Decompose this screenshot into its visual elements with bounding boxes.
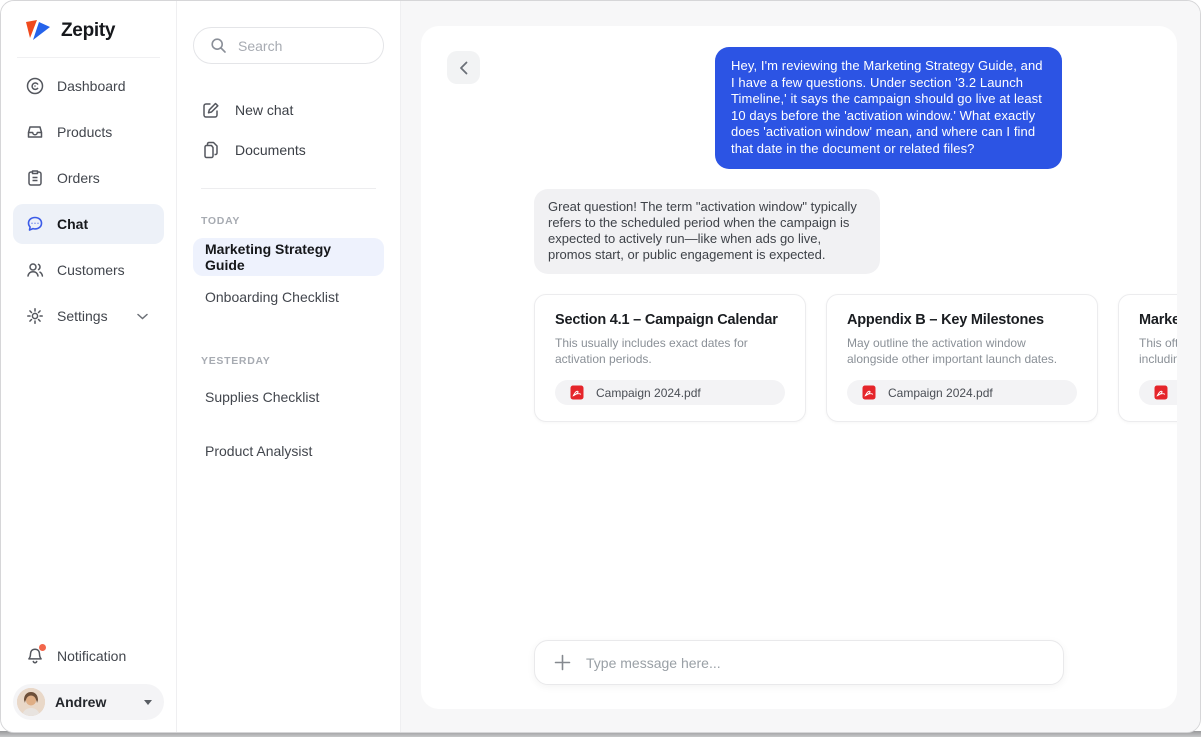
chevron-left-icon <box>459 61 468 75</box>
app-window: Zepity Dashboard <box>0 0 1201 733</box>
bell-icon <box>25 646 45 666</box>
main-sidebar: Zepity Dashboard <box>1 1 177 732</box>
chevron-down-icon <box>132 306 152 326</box>
notification-button[interactable]: Notification <box>13 636 138 676</box>
sidebar-item-label: Orders <box>57 170 100 186</box>
chat-item-label: Onboarding Checklist <box>205 289 339 305</box>
sidebar-item-dashboard[interactable]: Dashboard <box>13 66 164 106</box>
suggestion-card-key-milestones[interactable]: Appendix B – Key Milestones May outline … <box>826 294 1098 422</box>
attach-plus-icon[interactable] <box>552 654 572 671</box>
chat-item-product-analysist[interactable]: Product Analysist <box>193 432 384 470</box>
chat-item-marketing-strategy-guide[interactable]: Marketing Strategy Guide <box>193 238 384 276</box>
pdf-file-icon <box>1151 385 1171 400</box>
search-input[interactable] <box>238 38 369 54</box>
pdf-file-icon <box>859 385 879 400</box>
card-description: May outline the activation window alongs… <box>847 335 1077 367</box>
message-composer <box>534 640 1064 685</box>
sidebar-item-label: Customers <box>57 262 125 278</box>
pdf-file-icon <box>567 385 587 400</box>
divider <box>201 188 376 189</box>
assistant-message-bubble: Great question! The term "activation win… <box>534 189 880 274</box>
card-title: Market <box>1139 312 1177 328</box>
sidebar-item-label: Products <box>57 124 112 140</box>
file-chip[interactable]: Mar <box>1139 380 1177 405</box>
chat-item-label: Supplies Checklist <box>205 389 319 405</box>
sidebar-item-label: Dashboard <box>57 78 126 94</box>
search-icon <box>208 37 228 54</box>
chat-item-supplies-checklist[interactable]: Supplies Checklist <box>193 378 384 416</box>
sidebar-item-settings[interactable]: Settings <box>13 296 164 336</box>
brand-name: Zepity <box>61 20 115 42</box>
suggestion-cards: Section 4.1 – Campaign Calendar This usu… <box>534 294 1177 422</box>
sidebar-item-customers[interactable]: Customers <box>13 250 164 290</box>
brand-logo-row: Zepity <box>1 1 176 57</box>
new-chat-label: New chat <box>235 102 293 118</box>
suggestion-card-campaign-calendar[interactable]: Section 4.1 – Campaign Calendar This usu… <box>534 294 806 422</box>
sidebar-item-orders[interactable]: Orders <box>13 158 164 198</box>
chat-panel: Hey, I'm reviewing the Marketing Strateg… <box>421 26 1177 709</box>
chat-section-label-today: TODAY <box>201 215 376 227</box>
user-message-bubble: Hey, I'm reviewing the Marketing Strateg… <box>715 47 1062 169</box>
suggestion-card-clipped[interactable]: Market This ofte including Mar <box>1118 294 1177 422</box>
user-name: Andrew <box>55 694 134 710</box>
gear-icon <box>25 306 45 326</box>
new-chat-button[interactable]: New chat <box>177 90 400 130</box>
card-description: This ofte including <box>1139 335 1177 367</box>
chat-sidebar-actions: New chat Documents <box>177 90 400 170</box>
orders-icon <box>25 168 45 188</box>
app-screen: Zepity Dashboard <box>0 0 1201 737</box>
chat-sidebar: New chat Documents TODAY Marketing Strat… <box>177 1 401 732</box>
back-button[interactable] <box>447 51 480 84</box>
dashboard-icon <box>25 76 45 96</box>
file-name: Campaign 2024.pdf <box>888 386 993 400</box>
customers-icon <box>25 260 45 280</box>
card-title: Appendix B – Key Milestones <box>847 312 1077 328</box>
sidebar-item-products[interactable]: Products <box>13 112 164 152</box>
card-title: Section 4.1 – Campaign Calendar <box>555 312 785 328</box>
documents-icon <box>201 141 221 159</box>
user-menu[interactable]: Andrew <box>13 684 164 720</box>
chat-section-label-yesterday: YESTERDAY <box>201 355 376 367</box>
notification-dot <box>39 644 46 651</box>
documents-button[interactable]: Documents <box>177 130 400 170</box>
products-icon <box>25 122 45 142</box>
file-chip[interactable]: Campaign 2024.pdf <box>555 380 785 405</box>
file-name: Campaign 2024.pdf <box>596 386 701 400</box>
zepity-logo-icon <box>25 19 51 43</box>
main-nav: Dashboard Products <box>1 58 176 344</box>
search-box <box>193 27 384 64</box>
main-area: Hey, I'm reviewing the Marketing Strateg… <box>401 1 1200 732</box>
chat-item-label: Marketing Strategy Guide <box>205 241 372 273</box>
sidebar-item-label: Settings <box>57 308 108 324</box>
new-chat-icon <box>201 101 221 119</box>
card-description: This usually includes exact dates for ac… <box>555 335 785 367</box>
sidebar-item-chat[interactable]: Chat <box>13 204 164 244</box>
chat-item-label: Product Analysist <box>205 443 312 459</box>
message-input[interactable] <box>586 655 1046 671</box>
documents-label: Documents <box>235 142 306 158</box>
sidebar-item-label: Chat <box>57 216 88 232</box>
sidebar-bottom: Notification Andrew <box>1 628 176 732</box>
chat-item-onboarding-checklist[interactable]: Onboarding Checklist <box>193 278 384 316</box>
avatar <box>17 688 45 716</box>
notification-label: Notification <box>57 648 126 664</box>
file-chip[interactable]: Campaign 2024.pdf <box>847 380 1077 405</box>
chat-icon <box>25 214 45 234</box>
message-list: Hey, I'm reviewing the Marketing Strateg… <box>534 47 1062 274</box>
caret-down-icon <box>144 700 152 705</box>
